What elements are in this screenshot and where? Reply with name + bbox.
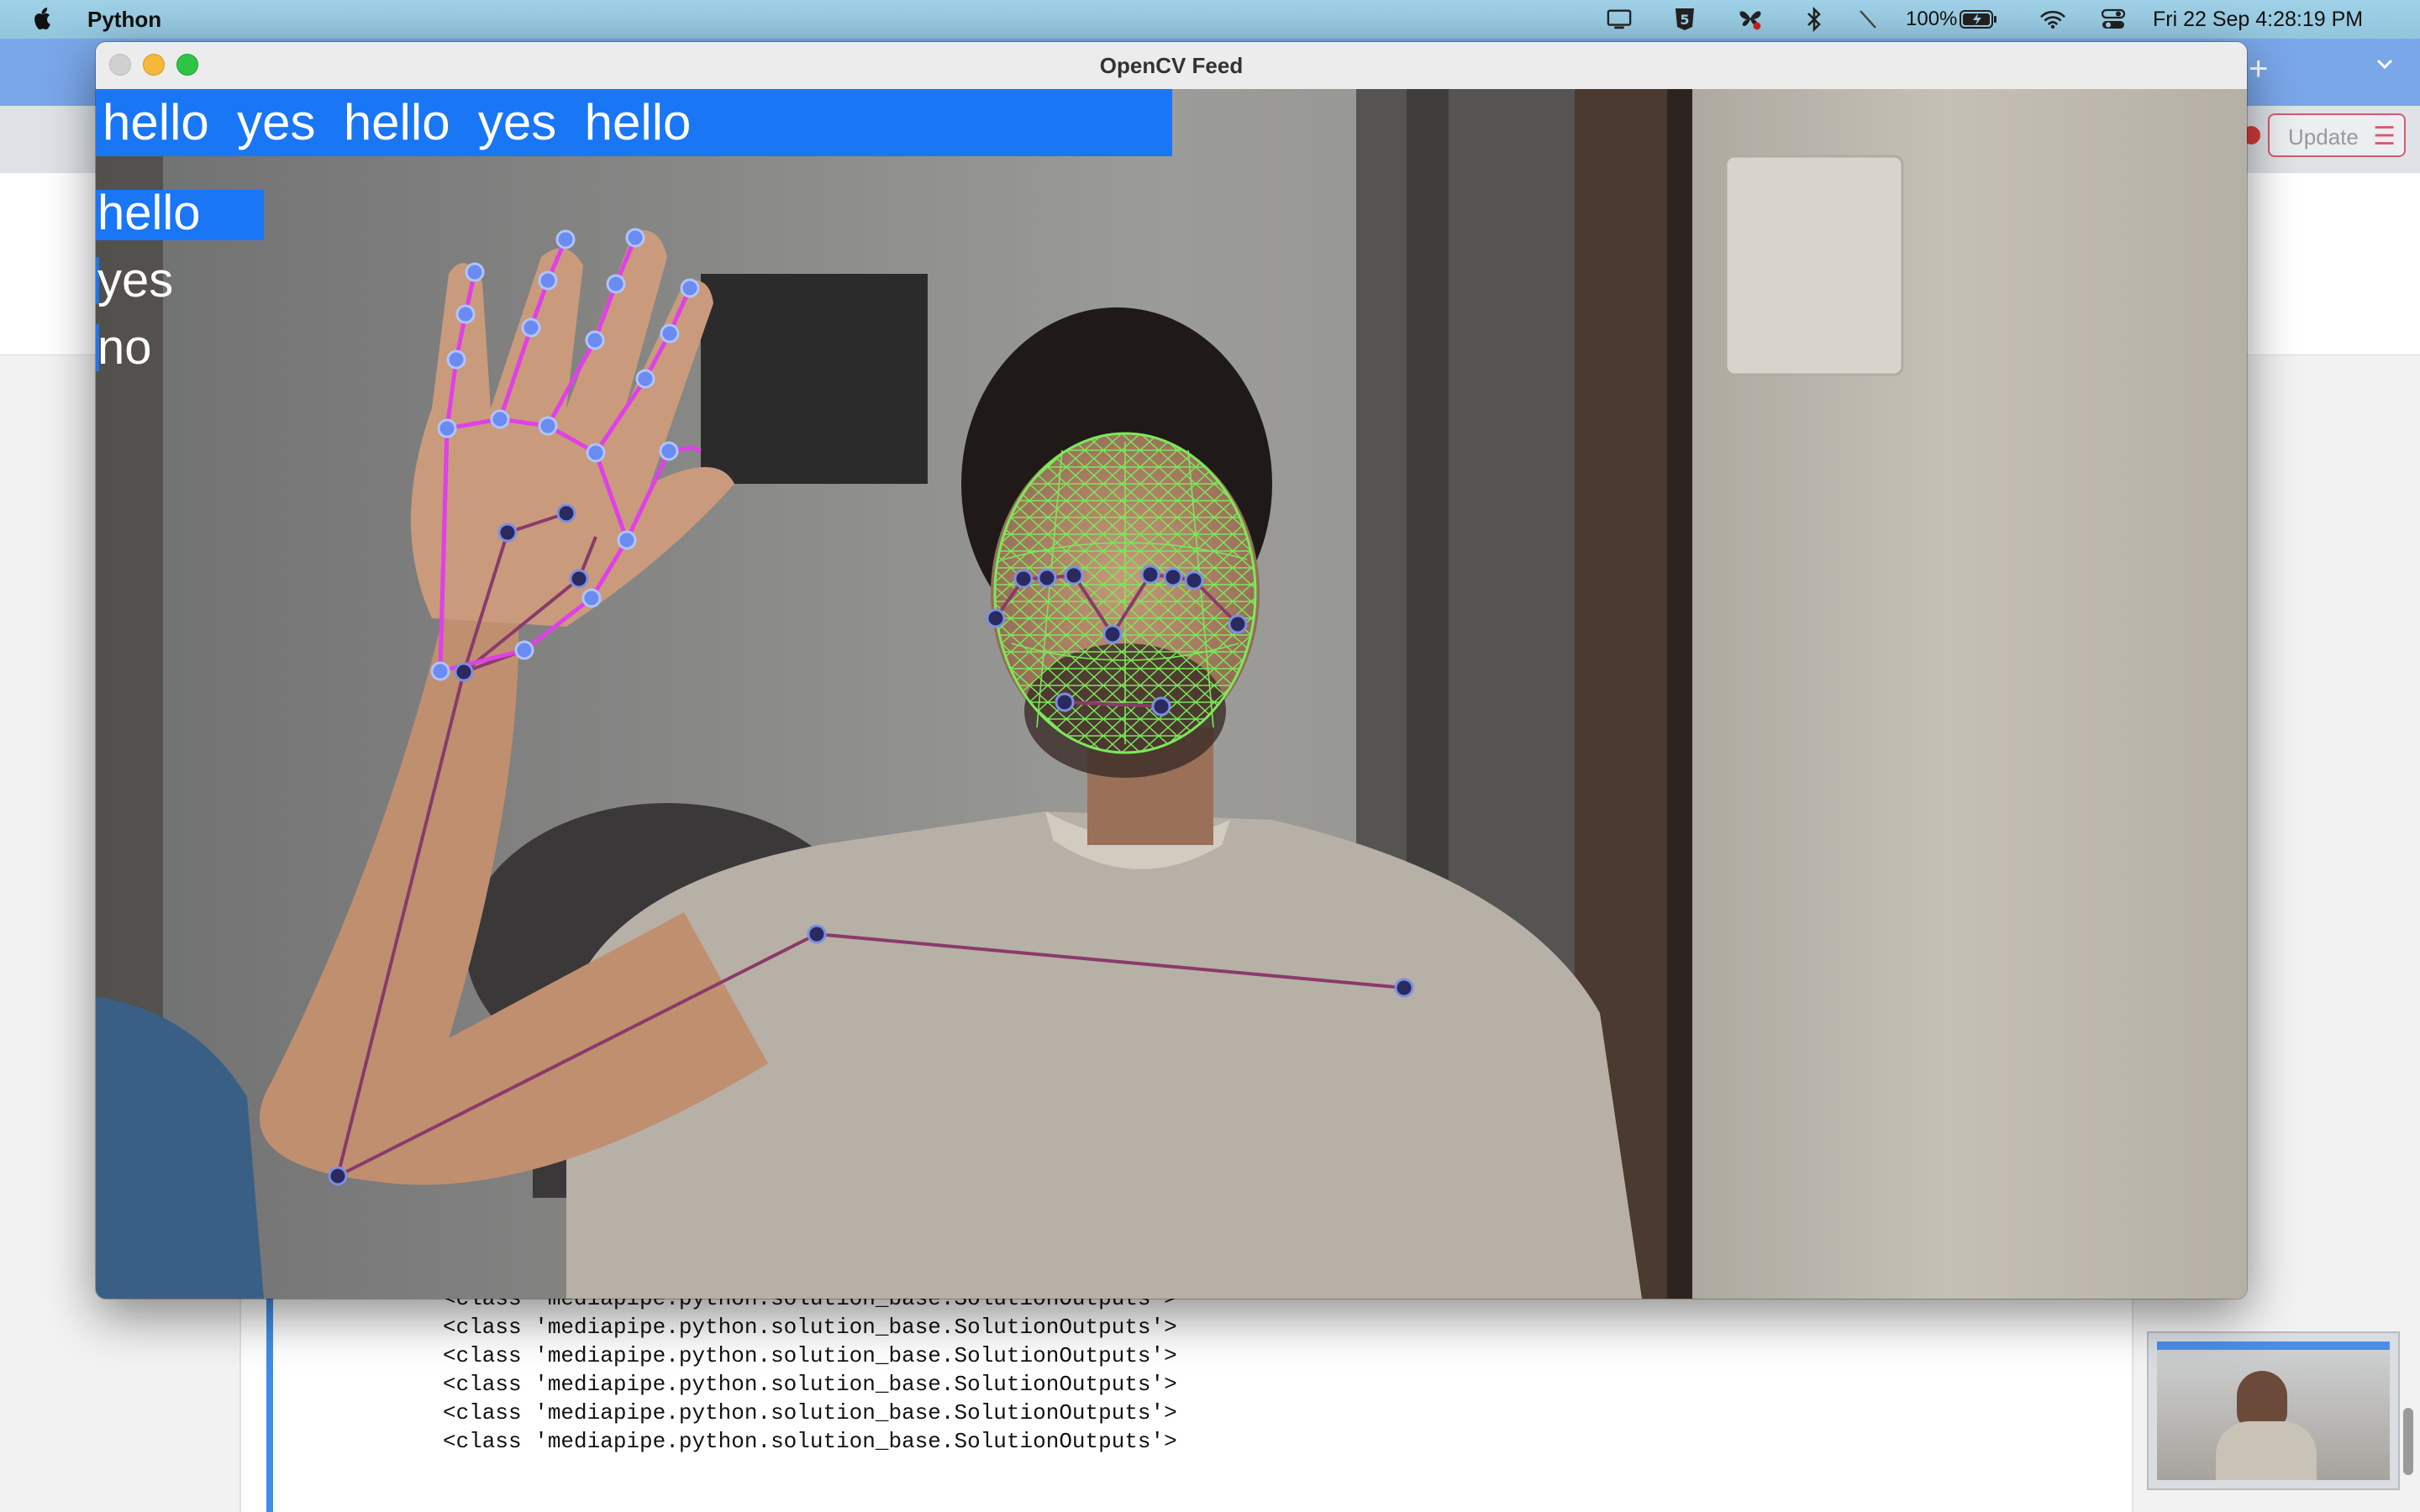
output-line: <class 'mediapipe.python.solution_base.S… <box>443 1429 1177 1454</box>
camera-frame-svg <box>96 89 2247 1299</box>
output-line: <class 'mediapipe.python.solution_base.S… <box>443 1400 1177 1425</box>
display-icon[interactable] <box>1607 7 1632 32</box>
control-center-icon[interactable] <box>2101 7 2126 32</box>
screenshot-thumbnail[interactable] <box>2147 1331 2400 1490</box>
wall-speaker <box>701 274 928 484</box>
sentence-text: hello yes hello yes hello <box>103 94 692 150</box>
clock[interactable]: Fri 22 Sep 4:28:19 PM <box>2153 0 2363 39</box>
action-label-yes: yes <box>97 253 174 307</box>
battery-icon[interactable] <box>1960 7 1998 32</box>
menu-icon: ☰ <box>2373 123 2396 150</box>
output-line: <class 'mediapipe.python.solution_base.S… <box>443 1343 1177 1368</box>
opencv-window: OpenCV Feed hello yes hello yes hello he… <box>96 42 2247 1299</box>
wifi-icon[interactable] <box>2040 7 2065 32</box>
output-line: <class 'mediapipe.python.solution_base.S… <box>443 1315 1177 1340</box>
app-name[interactable]: Python <box>87 0 161 39</box>
battery-percent: 100% <box>1906 8 1958 30</box>
mute-icon[interactable] <box>1855 7 1881 32</box>
action-label-no: no <box>97 320 152 375</box>
output-line: <class 'mediapipe.python.solution_base.S… <box>443 1372 1177 1397</box>
action-label-hello: hello <box>97 186 201 240</box>
window-title: OpenCV Feed <box>1099 53 1244 78</box>
menu-bar: Python 5 100% Fri 22 Sep 4:28:19 PM <box>0 0 2420 39</box>
camera-feed: hello yes hello yes hello hello yes no <box>96 89 2247 1299</box>
switchboard <box>1724 155 1904 376</box>
maximize-button[interactable] <box>176 54 198 76</box>
s5-icon[interactable]: 5 <box>1672 7 1697 32</box>
scrollbar-thumb[interactable] <box>2403 1408 2413 1475</box>
svg-text:5: 5 <box>1680 12 1689 28</box>
butterfly-icon[interactable] <box>1738 7 1763 32</box>
minimize-button[interactable] <box>143 54 165 76</box>
update-button-label: Update <box>2288 124 2359 150</box>
bluetooth-icon[interactable] <box>1802 7 1827 32</box>
sentence-banner: hello yes hello yes hello <box>96 89 1172 156</box>
chevron-down-icon[interactable] <box>2375 54 2395 74</box>
close-button[interactable] <box>109 54 131 76</box>
new-tab-button[interactable]: + <box>2249 50 2268 88</box>
window-titlebar[interactable]: OpenCV Feed <box>96 42 2247 90</box>
apple-icon[interactable] <box>30 7 55 32</box>
update-button[interactable]: Update ☰ <box>2268 113 2406 157</box>
